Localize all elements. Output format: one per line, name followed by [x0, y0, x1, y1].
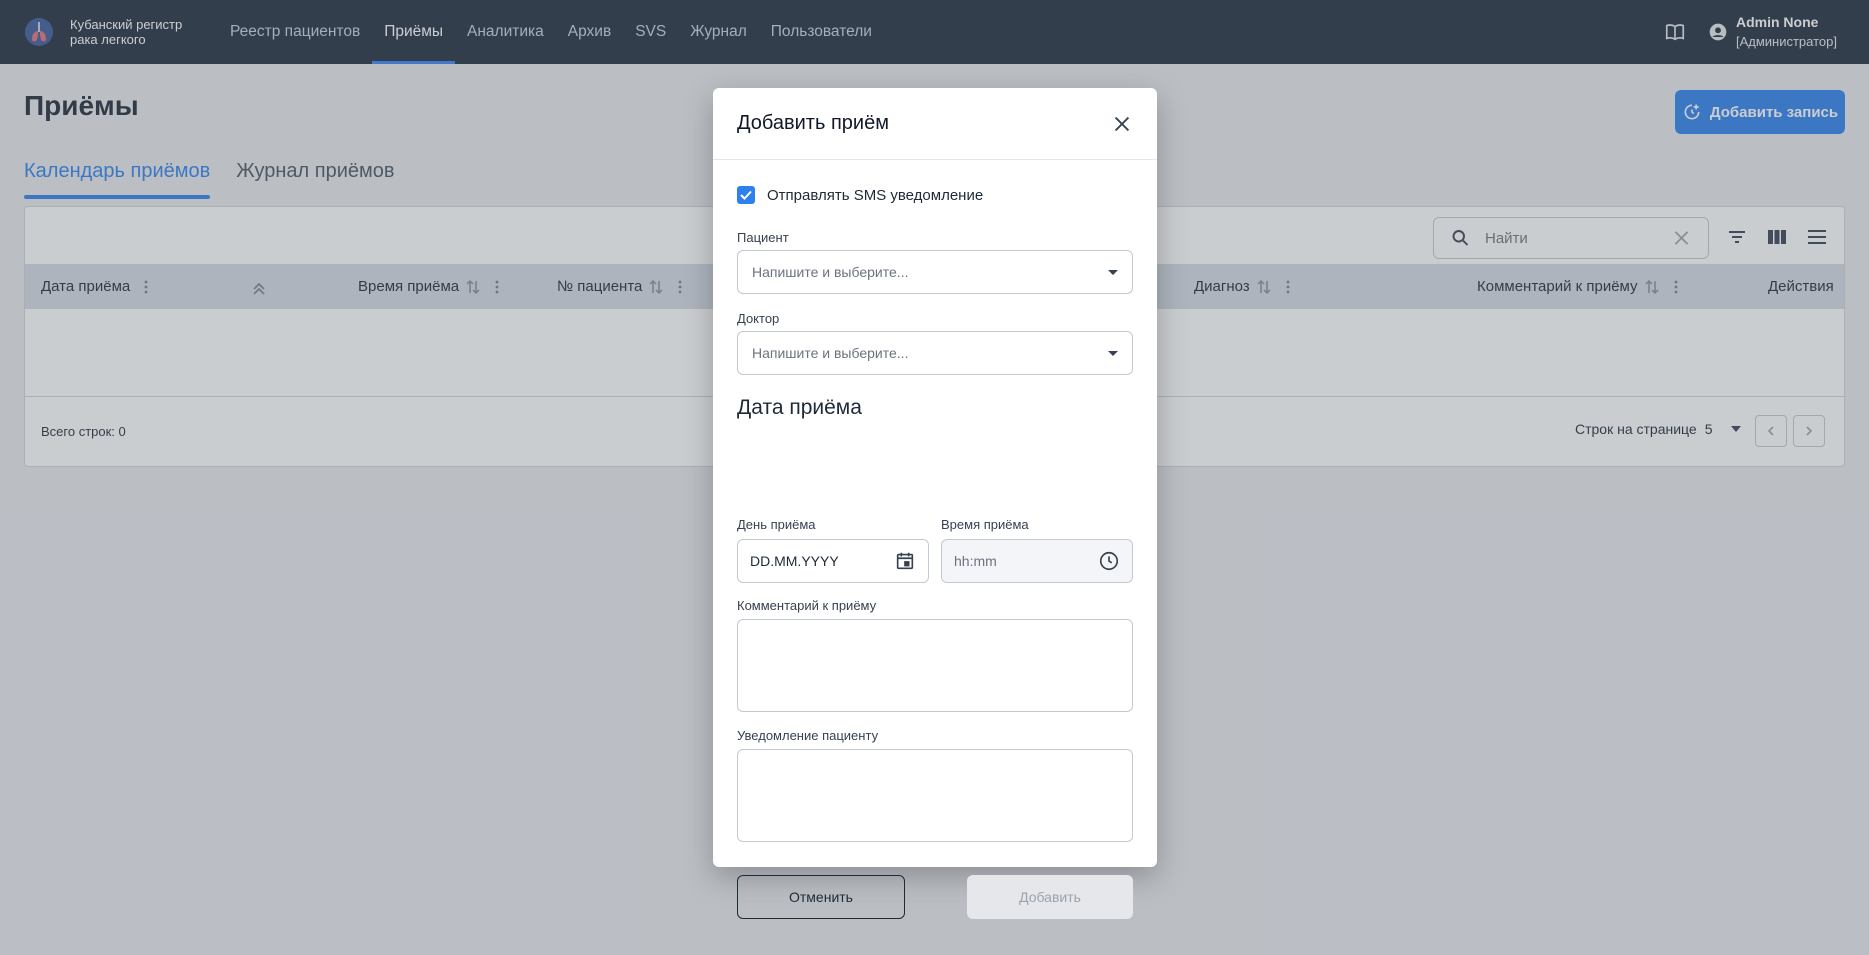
comment-label: Комментарий к приёму	[737, 598, 877, 613]
day-label: День приёма	[737, 517, 816, 532]
add-button[interactable]: Добавить	[967, 875, 1133, 919]
sms-checkbox-label: Отправлять SMS уведомление	[767, 186, 984, 204]
time-field[interactable]: hh:mm	[941, 539, 1133, 583]
close-icon[interactable]	[1111, 113, 1133, 135]
cancel-button[interactable]: Отменить	[737, 875, 905, 919]
check-icon	[740, 190, 752, 200]
appointment-date-section-title: Дата приёма	[737, 396, 862, 419]
sms-notification-option[interactable]: Отправлять SMS уведомление	[737, 186, 983, 204]
chevron-down-icon[interactable]	[1108, 350, 1118, 356]
clock-icon[interactable]	[1098, 550, 1120, 572]
patient-label: Пациент	[737, 230, 789, 245]
sms-checkbox[interactable]	[737, 186, 755, 204]
doctor-label: Доктор	[737, 311, 780, 326]
doctor-select[interactable]: Напишите и выберите...	[737, 331, 1133, 375]
add-appointment-dialog: Добавить приём Отправлять SMS уведомлени…	[713, 88, 1157, 919]
time-label: Время приёма	[941, 517, 1029, 532]
comment-textarea[interactable]	[737, 619, 1133, 712]
patient-select[interactable]: Напишите и выберите...	[737, 250, 1133, 294]
date-value: DD.MM.YYYY	[750, 553, 839, 569]
dialog-title: Добавить приём	[737, 112, 889, 134]
date-field[interactable]: DD.MM.YYYY	[737, 539, 929, 583]
dialog-header: Добавить приём	[713, 88, 1157, 160]
calendar-icon[interactable]	[894, 550, 916, 572]
notification-textarea[interactable]	[737, 749, 1133, 842]
time-placeholder: hh:mm	[954, 553, 997, 569]
doctor-placeholder: Напишите и выберите...	[752, 345, 909, 361]
chevron-down-icon[interactable]	[1108, 269, 1118, 275]
patient-placeholder: Напишите и выберите...	[752, 264, 909, 280]
notification-label: Уведомление пациенту	[737, 728, 879, 743]
